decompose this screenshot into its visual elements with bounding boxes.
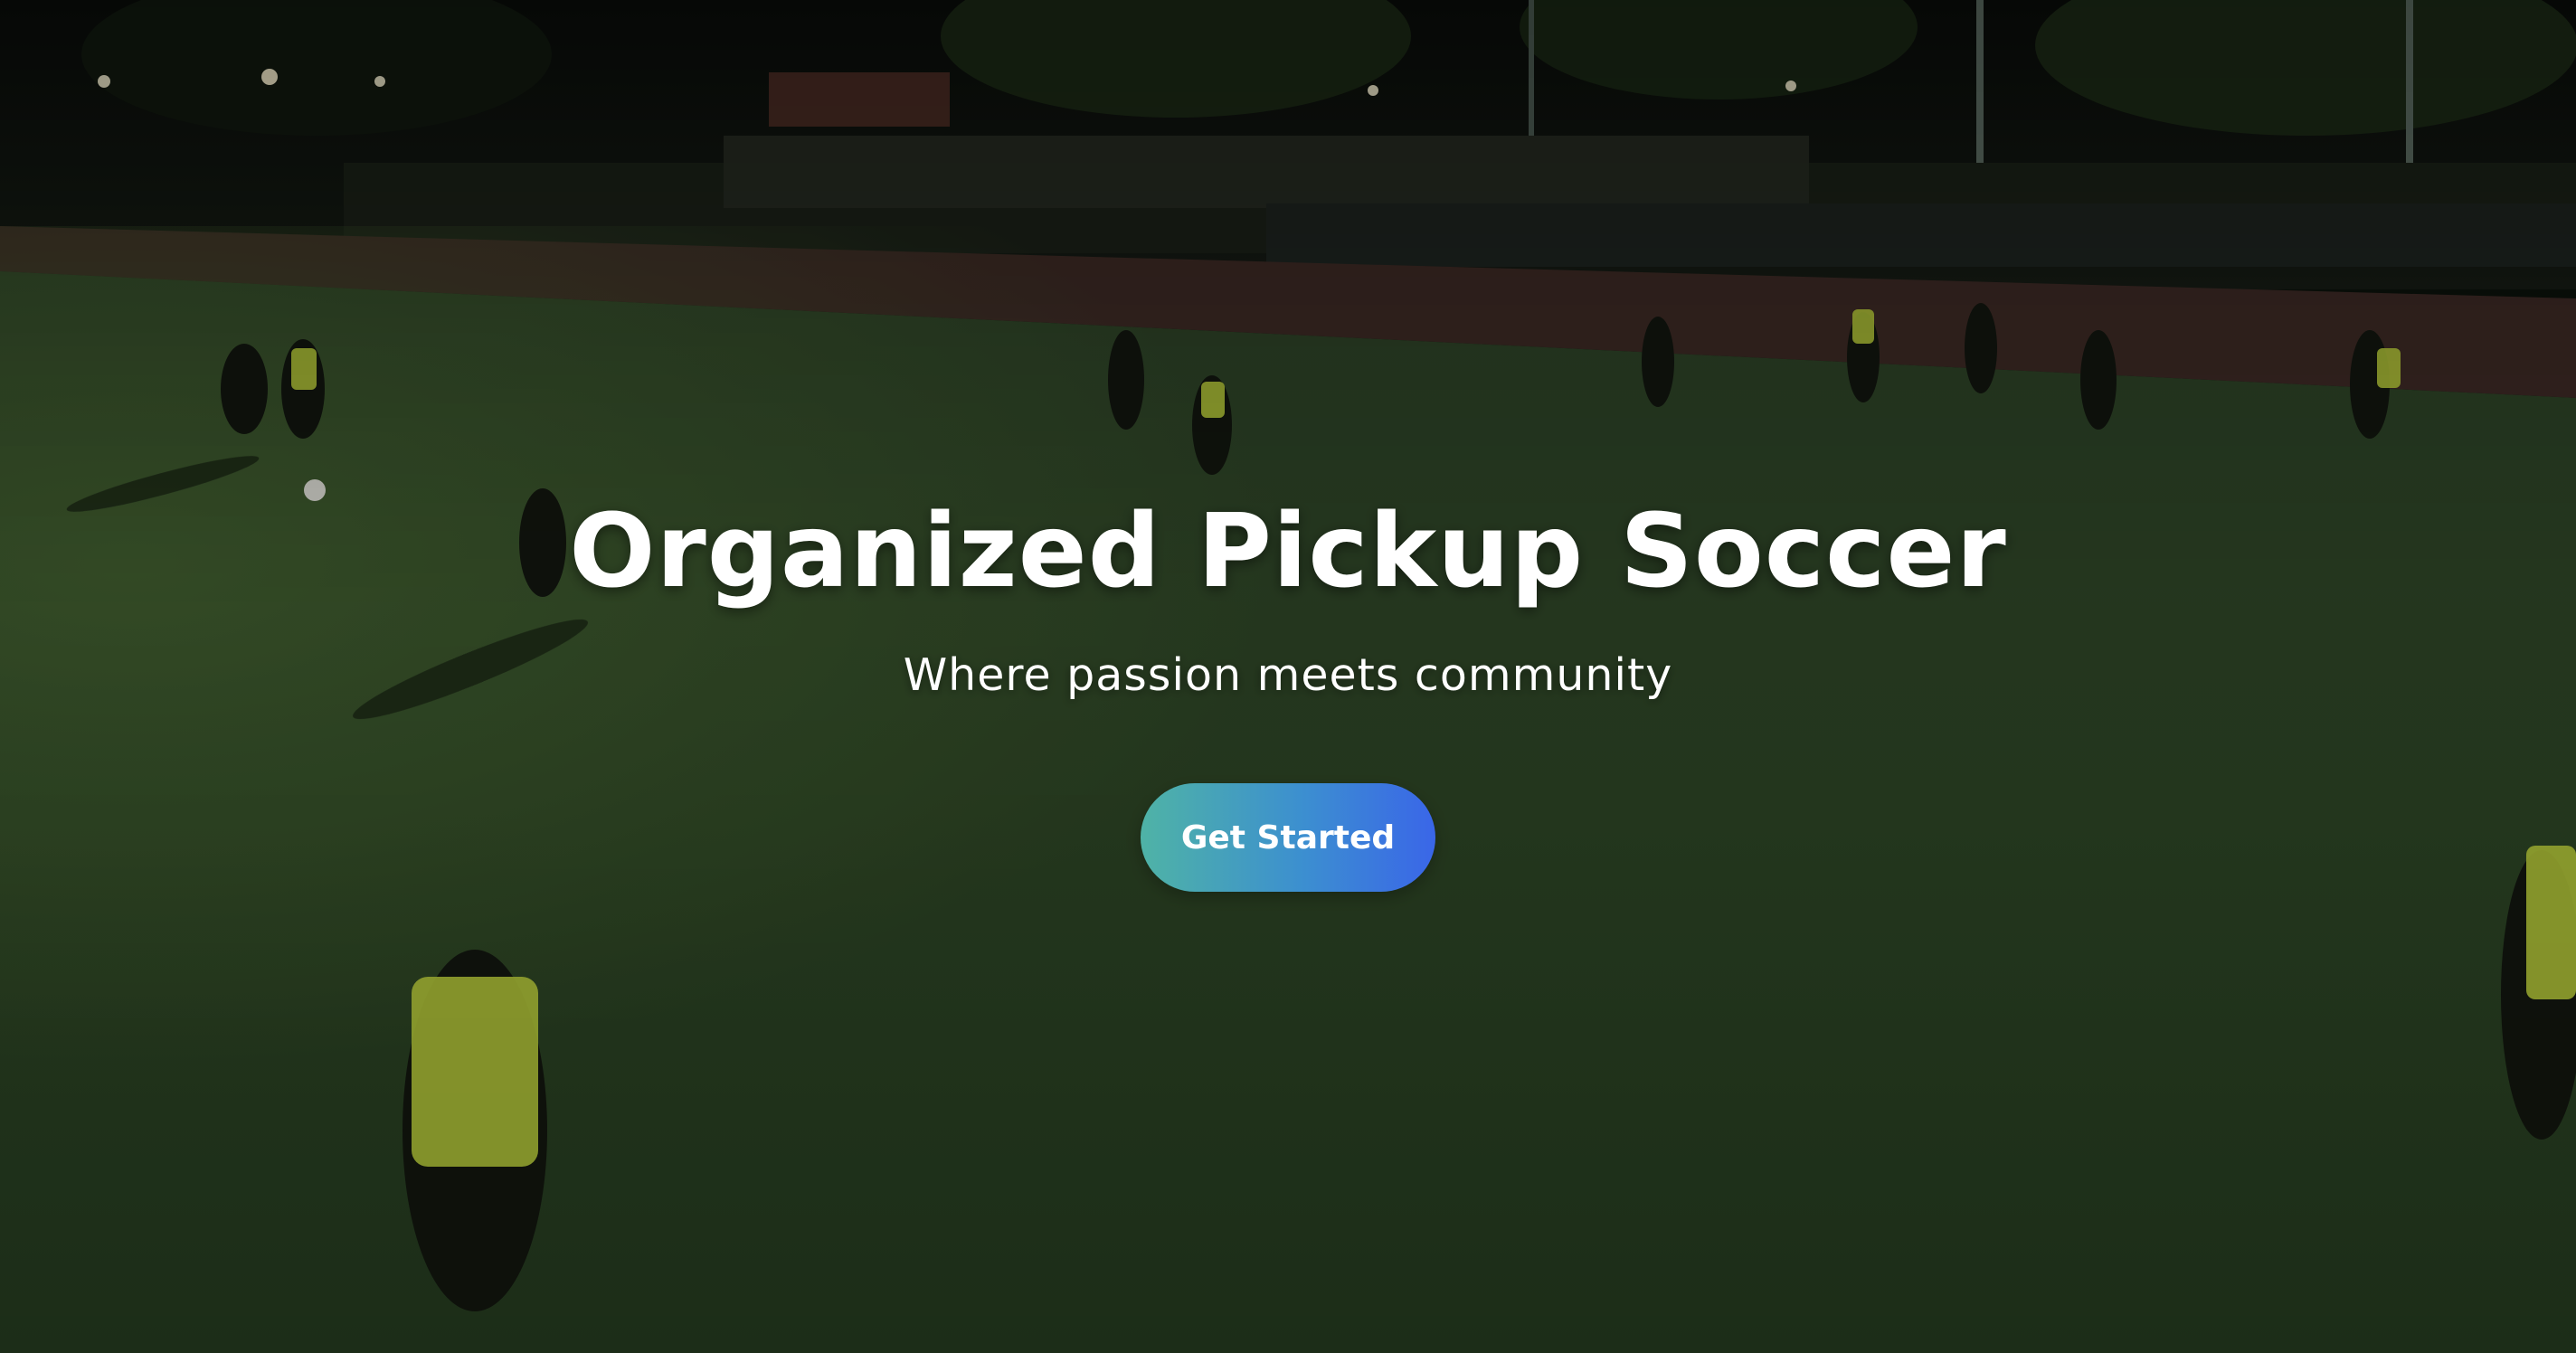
hero-section: Organized Pickup Soccer Where passion me… — [0, 0, 2576, 1353]
get-started-button[interactable]: Get Started — [1141, 783, 1435, 892]
hero-title: Organized Pickup Soccer — [569, 493, 2007, 610]
hero-content: Organized Pickup Soccer Where passion me… — [0, 479, 2576, 892]
hero-subtitle: Where passion meets community — [903, 649, 1673, 701]
